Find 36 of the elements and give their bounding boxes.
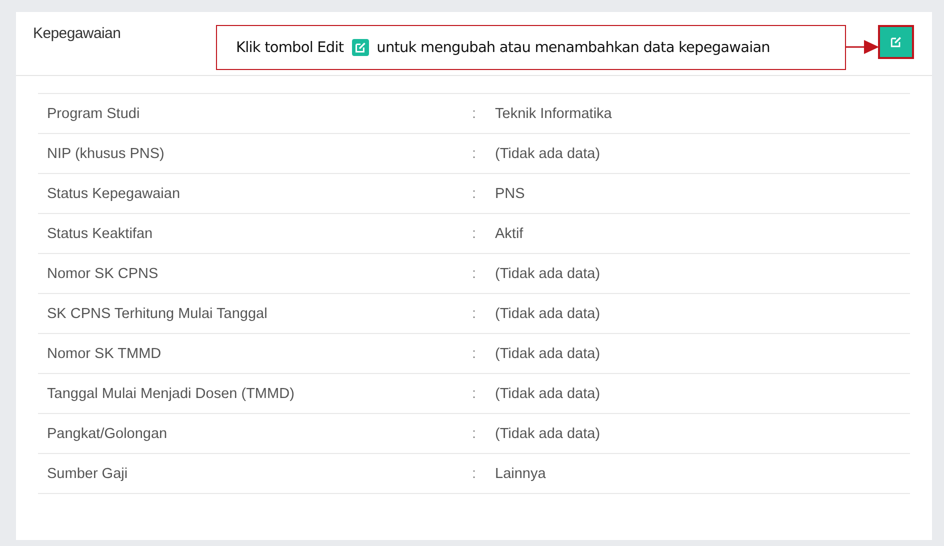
field-label: Tanggal Mulai Menjadi Dosen (TMMD)	[46, 386, 296, 402]
colon-separator: :	[472, 346, 478, 362]
panel-title: Kepegawaian	[33, 25, 121, 42]
field-value: (Tidak ada data)	[495, 346, 602, 362]
field-label: Pangkat/Golongan	[46, 426, 168, 442]
field-label: Nomor SK CPNS	[46, 266, 160, 282]
colon-separator: :	[472, 146, 478, 162]
edit-icon	[889, 35, 903, 49]
field-value: PNS	[495, 186, 526, 202]
field-value: Aktif	[495, 226, 524, 242]
callout-text: Klik tombol Edit	[236, 40, 344, 56]
colon-separator: :	[472, 426, 478, 442]
field-value: (Tidak ada data)	[495, 266, 602, 282]
colon-separator: :	[472, 106, 478, 122]
field-label: SK CPNS Terhitung Mulai Tanggal	[46, 306, 268, 322]
field-value: (Tidak ada data)	[495, 306, 602, 322]
colon-separator: :	[472, 306, 478, 322]
field-value: (Tidak ada data)	[495, 426, 602, 442]
colon-separator: :	[472, 266, 478, 282]
field-value: (Tidak ada data)	[495, 386, 602, 402]
field-label: Nomor SK TMMD	[46, 346, 162, 362]
edit-button[interactable]	[878, 25, 914, 59]
field-label: NIP (khusus PNS)	[46, 146, 166, 162]
callout-text: untuk mengubah atau menambahkan data kepegawaian	[376, 40, 770, 56]
field-label: Status Kepegawaian	[46, 186, 182, 202]
field-value: Lainnya	[495, 466, 547, 482]
colon-separator: :	[472, 386, 478, 402]
colon-separator: :	[472, 186, 478, 202]
field-value: (Tidak ada data)	[495, 146, 602, 162]
colon-separator: :	[472, 226, 478, 242]
field-label: Program Studi	[46, 106, 141, 122]
field-value: Teknik Informatika	[495, 106, 613, 122]
edit-icon	[352, 39, 369, 56]
field-label: Status Keaktifan	[46, 226, 154, 242]
field-label: Sumber Gaji	[46, 466, 129, 482]
colon-separator: :	[472, 466, 478, 482]
